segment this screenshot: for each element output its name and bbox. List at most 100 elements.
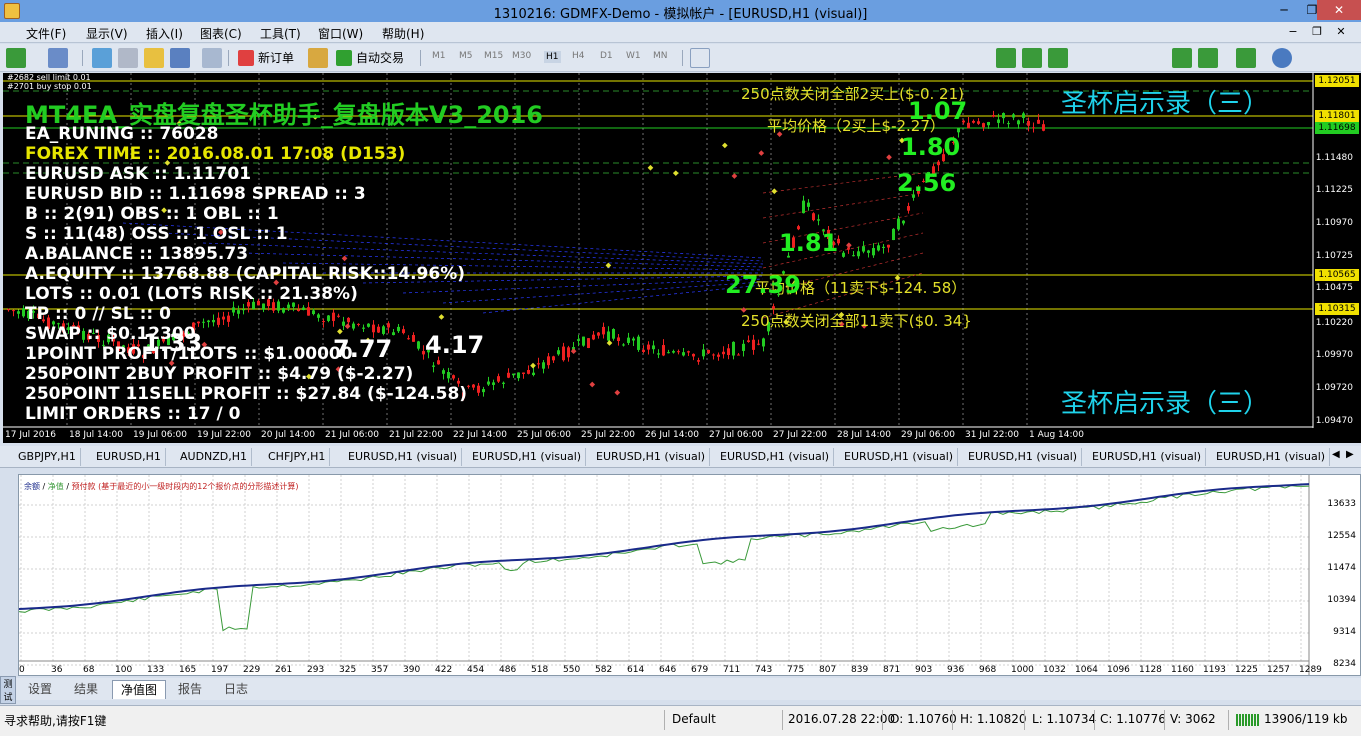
close-button[interactable]: ✕ <box>1317 0 1361 20</box>
timeframe-mn[interactable]: MN <box>653 51 668 61</box>
candle-body <box>307 307 310 316</box>
timeframe-m15[interactable]: M15 <box>484 51 503 61</box>
equity-x-tick: 229 <box>243 665 261 675</box>
candle-body <box>872 248 875 256</box>
profiles-icon[interactable] <box>48 48 68 68</box>
zoom-in-icon[interactable] <box>1082 48 1102 68</box>
channel-icon[interactable] <box>832 48 852 68</box>
chart-tab[interactable]: CHFJPY,H1 <box>264 448 331 466</box>
chart-tab[interactable]: EURUSD,H1 (visual) <box>592 448 711 466</box>
chart-tab[interactable]: EURUSD,H1 (visual) <box>344 448 463 466</box>
search-icon[interactable] <box>1304 48 1324 68</box>
tester-side-tab[interactable]: 测试器 <box>0 676 16 716</box>
equity-x-tick: 133 <box>147 665 165 675</box>
timeframe-w1[interactable]: W1 <box>626 51 641 61</box>
chart-tabs: GBPJPY,H1 EURUSD,H1 AUDNZD,H1 CHFJPY,H1 … <box>0 446 1361 468</box>
tile-windows-icon[interactable] <box>1134 48 1154 68</box>
chart-tab[interactable]: EURUSD,H1 (visual) <box>1088 448 1207 466</box>
candle-body <box>567 347 570 358</box>
child-close-button[interactable]: ✕ <box>1332 24 1350 40</box>
text-icon[interactable] <box>892 48 912 68</box>
chart-tab[interactable]: EURUSD,H1 (visual) <box>716 448 835 466</box>
tab-settings[interactable]: 设置 <box>20 680 60 699</box>
vertical-line-icon[interactable] <box>748 48 768 68</box>
candle-body <box>682 352 685 356</box>
line-chart-icon[interactable] <box>1048 48 1068 68</box>
equity-x-tick: 197 <box>211 665 229 675</box>
equity-y-tick: 8234 <box>1333 659 1356 669</box>
candle-body <box>617 337 620 341</box>
zoom-out-icon[interactable] <box>1108 48 1128 68</box>
tab-report[interactable]: 报告 <box>170 680 210 699</box>
arrows-icon[interactable] <box>948 48 968 68</box>
candle-body <box>337 315 340 317</box>
menu-charts[interactable]: 图表(C) <box>200 25 242 42</box>
chart-tab[interactable]: EURUSD,H1 (visual) <box>1212 448 1331 466</box>
menu-window[interactable]: 窗口(W) <box>318 25 363 42</box>
timeframe-m1[interactable]: M1 <box>432 51 446 61</box>
fibonacci-icon[interactable] <box>862 48 882 68</box>
community-icon[interactable] <box>1330 48 1350 68</box>
child-minimize-button[interactable]: − <box>1284 24 1302 40</box>
meta-editor-icon[interactable] <box>308 48 328 68</box>
chart-shift-icon[interactable] <box>1172 48 1192 68</box>
info-line-sell: S :: 11(48) OSS :: 1 OSL :: 1 <box>25 224 288 244</box>
navigator-icon[interactable] <box>144 48 164 68</box>
equity-x-tick: 422 <box>435 665 453 675</box>
info-line-tp-sl: TP :: 0 // SL :: 0 <box>25 304 171 324</box>
chart-tab[interactable]: GBPJPY,H1 <box>14 448 81 466</box>
close-sell-label: 250点数关闭全部11卖下($0. 34} <box>741 312 972 330</box>
market-watch-icon[interactable] <box>92 48 112 68</box>
candle-body <box>537 363 540 365</box>
new-chart-icon[interactable] <box>6 48 26 68</box>
equity-y-tick: 9314 <box>1333 627 1356 637</box>
chart-tab[interactable]: EURUSD,H1 (visual) <box>468 448 587 466</box>
candle-body <box>347 317 350 323</box>
trendline-icon[interactable] <box>806 48 826 68</box>
horizontal-line-icon[interactable] <box>780 48 800 68</box>
chart-tab[interactable]: AUDNZD,H1 <box>176 448 253 466</box>
timeframe-h4[interactable]: H4 <box>572 51 585 61</box>
auto-trading-button[interactable]: 自动交易 <box>334 48 404 68</box>
menu-help[interactable]: 帮助(H) <box>382 25 424 42</box>
new-order-button[interactable]: 新订单 <box>236 48 294 68</box>
cursor-icon[interactable] <box>690 48 710 68</box>
menu-tools[interactable]: 工具(T) <box>260 25 301 42</box>
candlestick-icon[interactable] <box>1022 48 1042 68</box>
tab-scroll-left-icon[interactable]: ◀ <box>1332 449 1340 460</box>
tab-journal[interactable]: 日志 <box>216 680 256 699</box>
autoscroll-icon[interactable] <box>1198 48 1218 68</box>
data-window-icon[interactable] <box>118 48 138 68</box>
status-datetime: 2016.07.28 22:00 <box>788 712 896 726</box>
candle-body <box>967 122 970 129</box>
candle-body <box>282 308 285 313</box>
chart-tab[interactable]: EURUSD,H1 (visual) <box>840 448 959 466</box>
indicators-icon[interactable] <box>1236 48 1256 68</box>
time-tick: 25 Jul 22:00 <box>581 430 635 440</box>
candle-body <box>482 389 485 393</box>
timeframe-m30[interactable]: M30 <box>512 51 531 61</box>
child-restore-button[interactable]: ❐ <box>1308 24 1326 40</box>
tab-results[interactable]: 结果 <box>66 680 106 699</box>
timeframe-m5[interactable]: M5 <box>459 51 473 61</box>
terminal-icon[interactable] <box>170 48 190 68</box>
chart-tab[interactable]: EURUSD,H1 <box>92 448 166 466</box>
minimize-button[interactable]: ─ <box>1270 0 1298 20</box>
order-marker <box>438 314 445 320</box>
menu-insert[interactable]: 插入(I) <box>146 25 183 42</box>
periods-icon[interactable] <box>1272 48 1292 68</box>
price-chart[interactable]: #2682 sell limit 0.01 #2701 buy stop 0.0… <box>3 73 1361 443</box>
chart-tab[interactable]: EURUSD,H1 (visual) <box>964 448 1083 466</box>
candle-body <box>687 351 690 353</box>
timeframe-d1[interactable]: D1 <box>600 51 613 61</box>
menu-view[interactable]: 显示(V) <box>86 25 128 42</box>
tab-equity-graph[interactable]: 净值图 <box>112 680 167 699</box>
strategy-tester-icon[interactable] <box>202 48 222 68</box>
text-label-icon[interactable] <box>918 48 938 68</box>
crosshair-icon[interactable] <box>716 48 736 68</box>
menu-file[interactable]: 文件(F) <box>26 25 66 42</box>
legend-equity: 净值 <box>47 482 64 491</box>
bar-chart-icon[interactable] <box>996 48 1016 68</box>
timeframe-h1[interactable]: H1 <box>544 51 561 63</box>
tab-scroll-right-icon[interactable]: ▶ <box>1346 449 1354 460</box>
